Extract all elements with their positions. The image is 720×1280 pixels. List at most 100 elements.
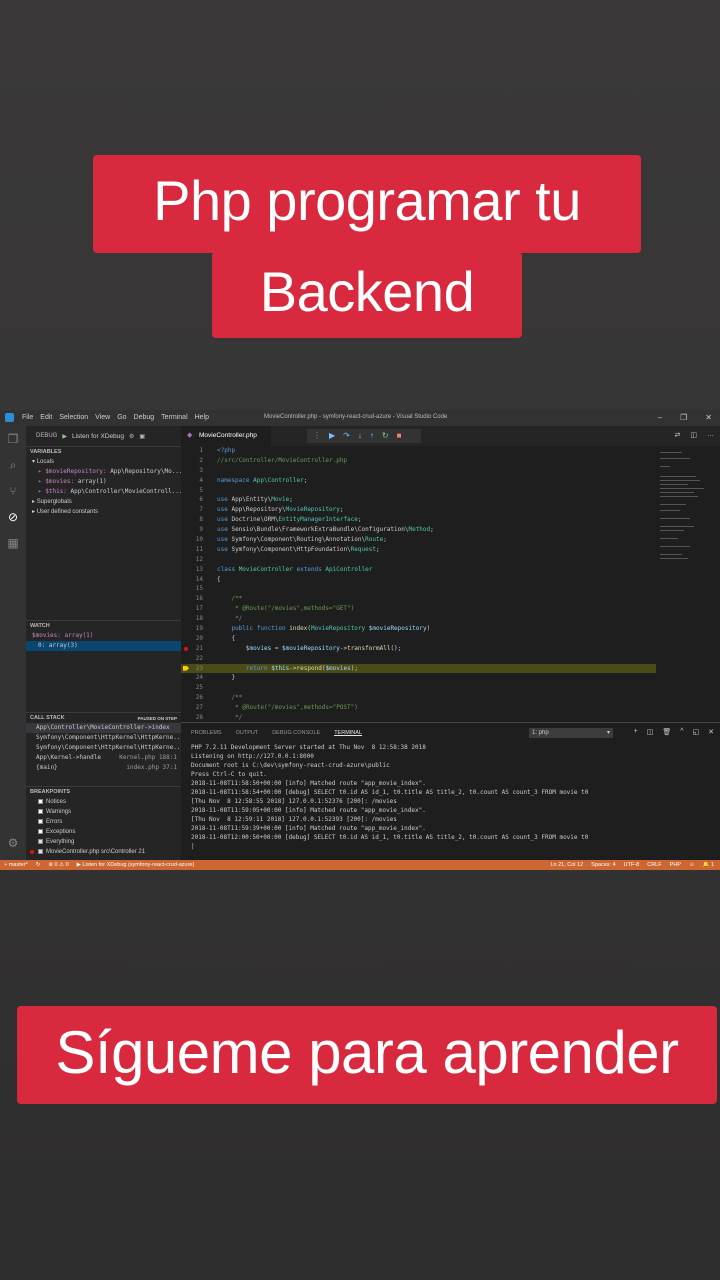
maximize-panel-icon[interactable]: ^ — [680, 728, 683, 736]
code-line[interactable]: 18 */ — [181, 614, 656, 624]
more-actions-icon[interactable]: … — [707, 431, 714, 439]
breakpoint-row[interactable]: Warnings — [26, 807, 181, 817]
code-line[interactable]: 14{ — [181, 575, 656, 585]
code-line[interactable]: 16 /** — [181, 594, 656, 604]
debug-status[interactable]: ▶ Listen for XDebug (symfony-react-crud-… — [77, 862, 195, 868]
breakpoint-checkbox[interactable] — [38, 848, 43, 854]
sync-icon[interactable]: ↻ — [36, 862, 41, 868]
breakpoints-section-title[interactable]: BREAKPOINTS — [26, 786, 181, 797]
variable-row[interactable]: ▸ $movieRepository: App\Repository\Mo... — [26, 467, 181, 477]
code-editor[interactable]: 1 <?php 2//src/Controller/MovieController.… — [181, 446, 656, 722]
close-panel-icon[interactable]: ✕ — [708, 728, 714, 736]
code-line[interactable]: 24 } — [181, 673, 656, 683]
indentation[interactable]: Spaces: 4 — [591, 862, 615, 868]
code-line[interactable]: 5 — [181, 486, 656, 496]
branch-status[interactable]: ⑂ master* — [4, 862, 28, 868]
restore-panel-icon[interactable]: ◱ — [693, 728, 700, 736]
code-line[interactable]: 1 <?php — [181, 446, 656, 456]
code-line[interactable]: 27 * @Route("/movies",methods="POST") — [181, 703, 656, 713]
breakpoint-row[interactable]: Everything — [26, 837, 181, 847]
debug-settings-icon[interactable]: ⚙ — [129, 433, 134, 440]
menu-item[interactable]: Help — [195, 414, 209, 421]
locals-row[interactable]: ▾ Locals — [26, 457, 181, 467]
code-line[interactable]: 8 use Doctrine\ORM\EntityManagerInterface… — [181, 515, 656, 525]
code-line[interactable]: 9 use Sensio\Bundle\FrameworkExtraBundle\… — [181, 525, 656, 535]
callstack-section-title[interactable]: CALL STACK PAUSED ON STEP — [26, 712, 181, 723]
callstack-frame[interactable]: App\Controller\MovieController->index — [26, 723, 181, 733]
breakpoint-row[interactable]: Notices — [26, 797, 181, 807]
code-line[interactable]: 13 class MovieController extends ApiContr… — [181, 565, 656, 575]
breakpoint-row[interactable]: MovieController.php src\Controller 21 — [26, 847, 181, 857]
terminal-output[interactable]: PHP 7.2.11 Development Server started at… — [181, 743, 720, 851]
breakpoint-checkbox[interactable] — [38, 808, 43, 814]
code-line[interactable]: 26 /** — [181, 693, 656, 703]
step-over-icon[interactable]: ↷ — [343, 431, 350, 441]
explorer-icon[interactable]: ❐ — [6, 432, 20, 446]
code-line[interactable]: 11 use Symfony\Component\HttpFoundation\R… — [181, 545, 656, 555]
code-line[interactable]: 19 public function index(MovieRepository… — [181, 624, 656, 634]
menu-item[interactable]: View — [95, 414, 110, 421]
close-icon[interactable]: ✕ — [705, 413, 712, 422]
trash-icon[interactable]: 🗑 — [662, 728, 671, 736]
notifications-status[interactable]: 🔔 1 — [703, 862, 714, 868]
code-line[interactable]: 4 namespace App\Controller; — [181, 476, 656, 486]
start-debug-icon[interactable]: ▶ — [62, 433, 67, 440]
stop-icon[interactable]: ■ — [397, 431, 402, 441]
split-editor-icon[interactable]: ◫ — [690, 431, 697, 439]
code-line[interactable]: 17 * @Route("/movies",methods="GET") — [181, 604, 656, 614]
cursor-position[interactable]: Ln 21, Col 12 — [550, 862, 583, 868]
variables-section-title[interactable]: VARIABLES — [26, 446, 181, 457]
maximize-icon[interactable]: ❐ — [680, 413, 687, 422]
search-icon[interactable]: ⌕ — [6, 458, 20, 472]
menu-item[interactable]: Debug — [134, 414, 155, 421]
code-line[interactable]: 10 use Symfony\Component\Routing\Annotati… — [181, 535, 656, 545]
code-line[interactable]: 6 use App\Entity\Movie; — [181, 495, 656, 505]
encoding[interactable]: UTF-8 — [624, 862, 640, 868]
code-line[interactable]: 25 — [181, 683, 656, 693]
callstack-frame[interactable]: Symfony\Component\HttpKernel\HttpKerne..… — [26, 733, 181, 743]
drag-handle-icon[interactable]: ⋮ — [313, 431, 321, 441]
menu-item[interactable]: Go — [117, 414, 126, 421]
minimap[interactable] — [656, 446, 720, 722]
superglobals-row[interactable]: ▸ Superglobals — [26, 497, 181, 507]
code-line[interactable]: 7 use App\Repository\MovieRepository; — [181, 505, 656, 515]
panel-tab[interactable]: TERMINAL — [334, 730, 362, 736]
breakpoint-checkbox[interactable] — [38, 828, 43, 834]
tab-moviecontroller[interactable]: ◆ MovieController.php — [181, 426, 271, 446]
code-line[interactable]: 12 — [181, 555, 656, 565]
debug-console-icon[interactable]: ▣ — [139, 433, 145, 440]
minimize-icon[interactable]: – — [658, 413, 662, 422]
code-line[interactable]: 3 — [181, 466, 656, 476]
user-constants-row[interactable]: ▸ User defined constants — [26, 507, 181, 517]
breakpoint-row[interactable]: Errors — [26, 817, 181, 827]
code-line[interactable]: 22 — [181, 654, 656, 664]
step-out-icon[interactable]: ↑ — [370, 431, 374, 441]
code-line[interactable]: 2//src/Controller/MovieController.php — [181, 456, 656, 466]
new-terminal-icon[interactable]: + — [634, 728, 638, 736]
problems-status[interactable]: ⊗ 0 ⚠ 0 — [48, 862, 68, 868]
debug-icon[interactable]: ⊘ — [6, 510, 20, 524]
panel-tab[interactable]: PROBLEMS — [191, 730, 222, 736]
code-line[interactable]: 23 return $this->respond($movies); — [181, 663, 656, 674]
code-line[interactable]: 20 { — [181, 634, 656, 644]
line-endings[interactable]: CRLF — [647, 862, 661, 868]
breakpoint-row[interactable]: Exceptions — [26, 827, 181, 837]
source-control-icon[interactable]: ⑂ — [6, 484, 20, 498]
watch-item[interactable]: 0: array(3) — [26, 641, 181, 651]
menu-item[interactable]: Terminal — [161, 414, 187, 421]
extensions-icon[interactable]: ▦ — [6, 536, 20, 550]
variable-row[interactable]: ▸ $this: App\Controller\MovieControll... — [26, 487, 181, 497]
menu-item[interactable]: Edit — [40, 414, 52, 421]
panel-tab[interactable]: OUTPUT — [236, 730, 259, 736]
watch-item[interactable]: $movies: array(1) — [26, 631, 181, 641]
debug-config-select[interactable]: Listen for XDebug — [72, 433, 124, 440]
callstack-frame[interactable]: Kernel.php 188:1 App\Kernel->handle — [26, 753, 181, 763]
terminal-select[interactable]: 1: php ▾ — [529, 728, 613, 738]
feedback-icon[interactable]: ☺ — [689, 862, 695, 868]
restart-icon[interactable]: ↻ — [382, 431, 389, 441]
language-mode[interactable]: PHP — [670, 862, 681, 868]
callstack-frame[interactable]: Symfony\Component\HttpKernel\HttpKerne..… — [26, 743, 181, 753]
code-line[interactable]: 15 — [181, 584, 656, 594]
watch-section-title[interactable]: WATCH — [26, 620, 181, 631]
menu-item[interactable]: Selection — [59, 414, 88, 421]
